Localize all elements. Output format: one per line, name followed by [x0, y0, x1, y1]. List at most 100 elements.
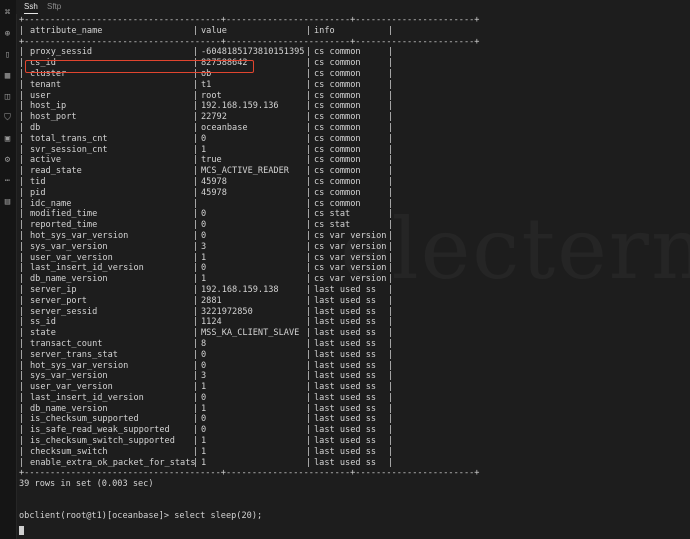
column-separator: | — [388, 392, 394, 403]
column-separator: | — [19, 112, 25, 123]
column-separator: | — [388, 414, 394, 425]
column-separator: | — [193, 144, 199, 155]
column-separator: | — [19, 209, 25, 220]
table-row: | | | | last_insert_id_version 0 cs var versio… — [19, 263, 690, 274]
table-row: | | | | read_state MCS_ACTIVE_READER cs common — [19, 166, 690, 177]
cell-value: 3 — [201, 371, 207, 382]
column-separator: | — [19, 403, 25, 414]
column-separator: | — [193, 371, 199, 382]
cell-info: cs common — [314, 47, 361, 58]
column-separator: | — [388, 133, 394, 144]
cell-value: root — [201, 90, 222, 101]
table-row: | | | | tid 45978 cs common — [19, 177, 690, 188]
column-separator: | — [306, 198, 312, 209]
cell-info: last used ss — [314, 392, 377, 403]
column-separator: | — [19, 101, 25, 112]
column-separator: | — [388, 47, 394, 58]
column-separator: | — [306, 209, 312, 220]
table-row: | | | | is_checksum_supported 0 last used ss — [19, 414, 690, 425]
command-text: select sleep(20); — [169, 511, 263, 522]
cell-value: 1 — [201, 252, 207, 263]
table-row: | | | | db_name_version 1 last used ss — [19, 404, 690, 415]
cell-info: cs common — [314, 122, 361, 133]
column-separator: | — [193, 112, 199, 123]
cell-value: 3 — [201, 241, 207, 252]
column-separator: | — [388, 263, 394, 274]
shield-icon[interactable]: ⛉ — [2, 113, 13, 124]
chart-icon[interactable]: ▤ — [2, 197, 13, 208]
cell-attribute-name: db_name_version — [30, 274, 108, 285]
cell-info: cs common — [314, 133, 361, 144]
cell-value: MCS_ACTIVE_READER — [201, 166, 289, 177]
column-separator: | — [193, 306, 199, 317]
column-separator: | — [388, 155, 394, 166]
table-row: | | | | server_ip 192.168.159.138 last used ss — [19, 285, 690, 296]
gear-icon[interactable]: ⚙ — [2, 155, 13, 166]
column-separator: | — [19, 166, 25, 177]
column-separator: | — [193, 25, 199, 36]
column-separator: | — [19, 155, 25, 166]
column-separator: | — [306, 414, 312, 425]
column-separator: | — [388, 122, 394, 133]
column-separator: | — [306, 371, 312, 382]
sidebar: ⌘ ⊕ ▯ ▦ ◫ ⛉ ▣ ⚙ ⋯ ▤ — [0, 0, 17, 539]
column-separator: | — [19, 338, 25, 349]
command-line[interactable]: obclient(root@t1)[oceanbase]> select sle… — [19, 511, 690, 522]
terminal-icon[interactable]: ⌘ — [2, 8, 13, 19]
column-separator: | — [306, 338, 312, 349]
cell-value: 8 — [201, 338, 207, 349]
column-separator: | — [306, 133, 312, 144]
table-row: | | | | host_port 22792 cs common — [19, 112, 690, 123]
cell-attribute-name: active — [30, 155, 62, 166]
file-icon[interactable]: ▯ — [2, 50, 13, 61]
column-separator: | — [19, 25, 25, 36]
cell-attribute-name: user_var_version — [30, 382, 113, 393]
column-separator: | — [306, 58, 312, 69]
table-row: | | | | enable_extra_ok_packet_for_stats 1 las… — [19, 458, 690, 469]
column-separator: | — [193, 274, 199, 285]
column-separator: | — [19, 144, 25, 155]
cursor-line — [19, 525, 690, 537]
column-separator: | — [193, 252, 199, 263]
cell-attribute-name: transact_count — [30, 338, 103, 349]
cell-value: 0 — [201, 360, 207, 371]
cell-info: last used ss — [314, 457, 377, 468]
cell-value: 1 — [201, 382, 207, 393]
tab-ssh[interactable]: Ssh — [24, 0, 38, 14]
column-separator: | — [193, 155, 199, 166]
cell-info: cs stat — [314, 220, 351, 231]
column-separator: | — [19, 58, 25, 69]
cell-attribute-name: is_checksum_switch_supported — [30, 436, 175, 447]
column-separator: | — [193, 414, 199, 425]
table-border: +--------------------------------------+… — [19, 15, 480, 25]
cell-value: 0 — [201, 209, 207, 220]
more-icon[interactable]: ⋯ — [2, 176, 13, 187]
cell-value: -6048185173810151395 — [201, 47, 305, 58]
column-separator: | — [388, 284, 394, 295]
table-icon[interactable]: ▦ — [2, 71, 13, 82]
column-separator: | — [193, 47, 199, 58]
cell-value: MSS_KA_CLIENT_SLAVE — [201, 328, 300, 339]
column-separator: | — [19, 241, 25, 252]
cell-value: 1 — [201, 457, 207, 468]
table-row: | | | | sys_var_version 3 last used ss — [19, 371, 690, 382]
image-icon[interactable]: ▣ — [2, 134, 13, 145]
cell-attribute-name: server_ip — [30, 284, 77, 295]
terminal-output[interactable]: +--------------------------------------+… — [19, 15, 690, 539]
column-separator: | — [19, 274, 25, 285]
column-separator: | — [388, 382, 394, 393]
tab-sftp[interactable]: Sftp — [47, 0, 61, 13]
cell-value: 1124 — [201, 317, 222, 328]
cell-info: cs common — [314, 90, 361, 101]
database-icon[interactable]: ◫ — [2, 92, 13, 103]
cell-attribute-name: pid — [30, 187, 46, 198]
cell-attribute-name: read_state — [30, 166, 82, 177]
cell-attribute-name: attribute_name — [30, 25, 103, 36]
add-icon[interactable]: ⊕ — [2, 29, 13, 40]
cell-info: cs var version — [314, 241, 387, 252]
cell-info: cs common — [314, 198, 361, 209]
cell-info: last used ss — [314, 338, 377, 349]
shell-prompt: obclient(root@t1)[oceanbase]> — [19, 511, 170, 522]
column-separator: | — [388, 425, 394, 436]
